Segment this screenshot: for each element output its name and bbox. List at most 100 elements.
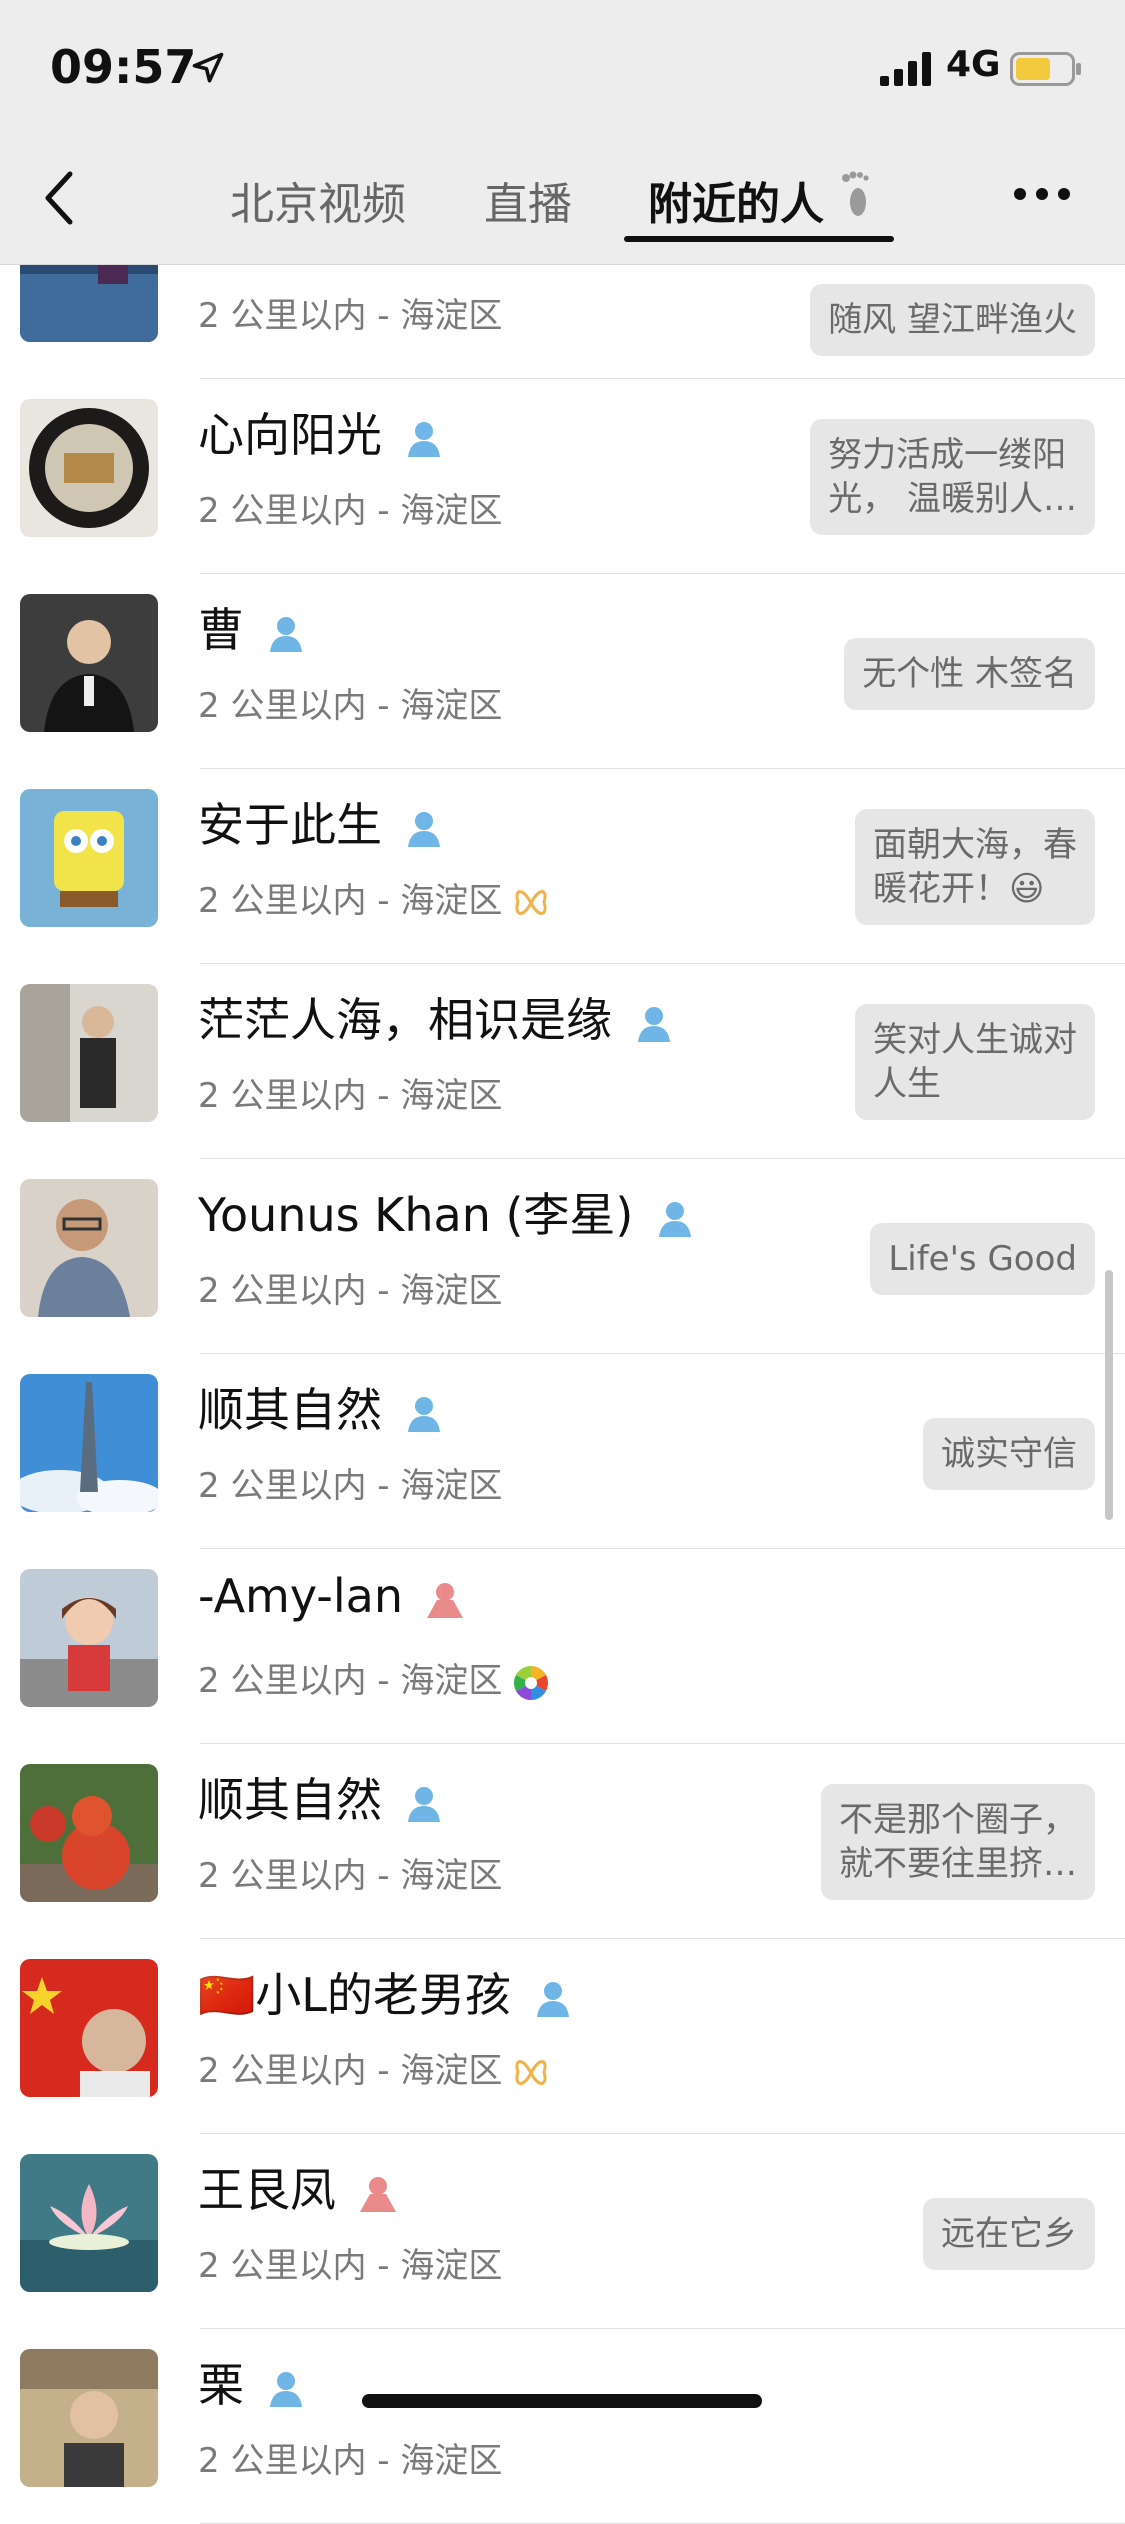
avatar[interactable] [20, 1374, 158, 1512]
location-arrow-icon [192, 52, 224, 83]
status-time: 09:57 [50, 40, 197, 94]
distance-label: 2 公里以内 - 海淀区 [198, 483, 502, 532]
tab-nearby-people[interactable]: 附近的人 [648, 168, 824, 232]
user-name: 曹 [198, 594, 306, 660]
user-name-text: 安于此生 [198, 798, 382, 852]
user-name: 茫茫人海，相识是缘 [198, 984, 674, 1050]
distance-label: 2 公里以内 - 海淀区 [198, 873, 550, 922]
male-gender-icon [408, 1396, 440, 1432]
avatar[interactable] [20, 399, 158, 537]
signature-bubble: 无个性 木签名 [844, 638, 1095, 710]
user-name-text: 曹 [198, 603, 244, 657]
list-item[interactable]: 栗 2 公里以内 - 海淀区 [0, 2329, 1125, 2524]
user-name-text: 顺其自然 [198, 1383, 382, 1437]
user-name: 栗 [198, 2349, 306, 2415]
distance-label: 2 公里以内 - 海淀区 [198, 678, 502, 727]
butterfly-icon [515, 889, 547, 915]
user-name: 心向阳光 [198, 399, 444, 465]
home-indicator [362, 2394, 762, 2408]
avatar[interactable] [20, 2349, 158, 2487]
list-item[interactable]: 安于此生 2 公里以内 - 海淀区 面朝大海，春 暖花开！😃 [0, 769, 1125, 964]
list-item[interactable]: 曹 2 公里以内 - 海淀区 无个性 木签名 [0, 574, 1125, 769]
avatar[interactable] [20, 594, 158, 732]
user-name: 顺其自然 [198, 1374, 444, 1440]
avatar[interactable] [20, 789, 158, 927]
network-label: 4G [946, 44, 1001, 85]
user-name-text: 🇨🇳小L的老男孩 [198, 1968, 511, 2022]
avatar[interactable] [20, 984, 158, 1122]
male-gender-icon [536, 1981, 569, 2017]
distance-text: 2 公里以内 - 海淀区 [198, 2441, 503, 2481]
user-name: 安于此生 [198, 789, 444, 855]
distance-label: 2 公里以内 - 海淀区 [198, 1653, 550, 1702]
male-gender-icon [408, 1786, 440, 1822]
distance-text: 2 公里以内 - 海淀区 [198, 491, 503, 531]
nav-bar: 北京视频 直播 附近的人 [0, 140, 1125, 264]
avatar[interactable] [20, 1764, 158, 1902]
male-gender-icon [638, 1006, 670, 1042]
female-gender-icon [360, 2176, 396, 2212]
list-item[interactable]: 心向阳光 2 公里以内 - 海淀区 努力活成一缕阳 光， 温暖别人… [0, 379, 1125, 574]
distance-label: 2 公里以内 - 海淀区 [198, 2433, 502, 2482]
avatar[interactable] [20, 1179, 158, 1317]
male-gender-icon [659, 1201, 692, 1237]
tab-live[interactable]: 直播 [484, 168, 572, 232]
user-name: -Amy-lan [198, 1569, 465, 1623]
distance-text: 2 公里以内 - 海淀区 [198, 1856, 503, 1896]
distance-label: 2 公里以内 - 海淀区 [198, 1848, 502, 1897]
list-item[interactable]: 茫茫人海，相识是缘 2 公里以内 - 海淀区 笑对人生诚对 人生 [0, 964, 1125, 1159]
user-name: 🇨🇳小L的老男孩 [198, 1959, 573, 2025]
list-item[interactable]: 顺其自然 2 公里以内 - 海淀区 诚实守信 [0, 1354, 1125, 1549]
status-bar: 09:57 4G [0, 0, 1125, 140]
user-name-text: 栗 [198, 2358, 244, 2412]
male-gender-icon [408, 421, 440, 457]
distance-text: 2 公里以内 - 海淀区 [198, 1466, 503, 1506]
distance-label: 2 公里以内 - 海淀区 [198, 1263, 502, 1312]
signature-bubble: 诚实守信 [923, 1418, 1095, 1490]
list-item[interactable]: -Amy-lan 2 公里以内 - 海淀区 [0, 1549, 1125, 1744]
distance-label: 2 公里以内 - 海淀区 [198, 2043, 550, 2092]
aperture-icon [514, 1665, 549, 1700]
user-name-text: -Amy-lan [198, 1569, 404, 1623]
user-name-text: 茫茫人海，相识是缘 [198, 993, 612, 1047]
signature-bubble: 远在它乡 [923, 2198, 1095, 2270]
female-gender-icon [427, 1582, 464, 1618]
back-icon[interactable] [40, 168, 80, 228]
scrollbar[interactable] [1105, 1270, 1113, 1520]
user-name: 王艮凤 [198, 2154, 398, 2220]
more-icon[interactable] [1012, 184, 1072, 204]
signature-bubble: Life's Good [870, 1223, 1095, 1295]
avatar[interactable] [20, 2154, 158, 2292]
distance-text: 2 公里以内 - 海淀区 [198, 296, 503, 336]
battery-icon [1010, 52, 1081, 86]
distance-label: 2 公里以内 - 海淀区 [198, 1068, 502, 1117]
male-gender-icon [270, 2371, 302, 2407]
butterfly-icon [515, 2059, 547, 2085]
tab-beijing-video[interactable]: 北京视频 [230, 168, 406, 232]
signature-bubble: 不是那个圈子， 就不要往里挤… [821, 1784, 1095, 1900]
signature-bubble: 努力活成一缕阳 光， 温暖别人… [810, 419, 1095, 535]
distance-label: 2 公里以内 - 海淀区 [198, 1458, 502, 1507]
male-gender-icon [270, 616, 302, 652]
distance-text: 2 公里以内 - 海淀区 [198, 1661, 503, 1701]
avatar[interactable] [20, 1959, 158, 2097]
avatar[interactable] [20, 1569, 158, 1707]
distance-label: 2 公里以内 - 海淀区 [198, 2238, 502, 2287]
signal-icon [880, 52, 931, 86]
list-item[interactable]: 顺其自然 2 公里以内 - 海淀区 不是那个圈子， 就不要往里挤… [0, 1744, 1125, 1939]
signature-bubble: 笑对人生诚对 人生 [855, 1004, 1095, 1120]
active-tab-indicator [624, 236, 894, 242]
user-name: 顺其自然 [198, 1764, 444, 1830]
user-name: Younus Khan (李星) [198, 1179, 695, 1245]
distance-text: 2 公里以内 - 海淀区 [198, 2051, 503, 2091]
distance-text: 2 公里以内 - 海淀区 [198, 881, 503, 921]
user-name-text: Younus Khan (李星) [198, 1188, 634, 1242]
user-name-text: 王艮凤 [198, 2163, 336, 2217]
list-item[interactable]: Younus Khan (李星) 2 公里以内 - 海淀区 Life's Good [0, 1159, 1125, 1354]
distance-text: 2 公里以内 - 海淀区 [198, 2246, 503, 2286]
distance-text: 2 公里以内 - 海淀区 [198, 1271, 503, 1311]
signature-bubble: 随风 望江畔渔火 [810, 284, 1095, 356]
footprint-icon [842, 171, 869, 216]
list-item[interactable]: 🇨🇳小L的老男孩 2 公里以内 - 海淀区 [0, 1939, 1125, 2134]
list-item[interactable]: 王艮凤 2 公里以内 - 海淀区 远在它乡 [0, 2134, 1125, 2329]
